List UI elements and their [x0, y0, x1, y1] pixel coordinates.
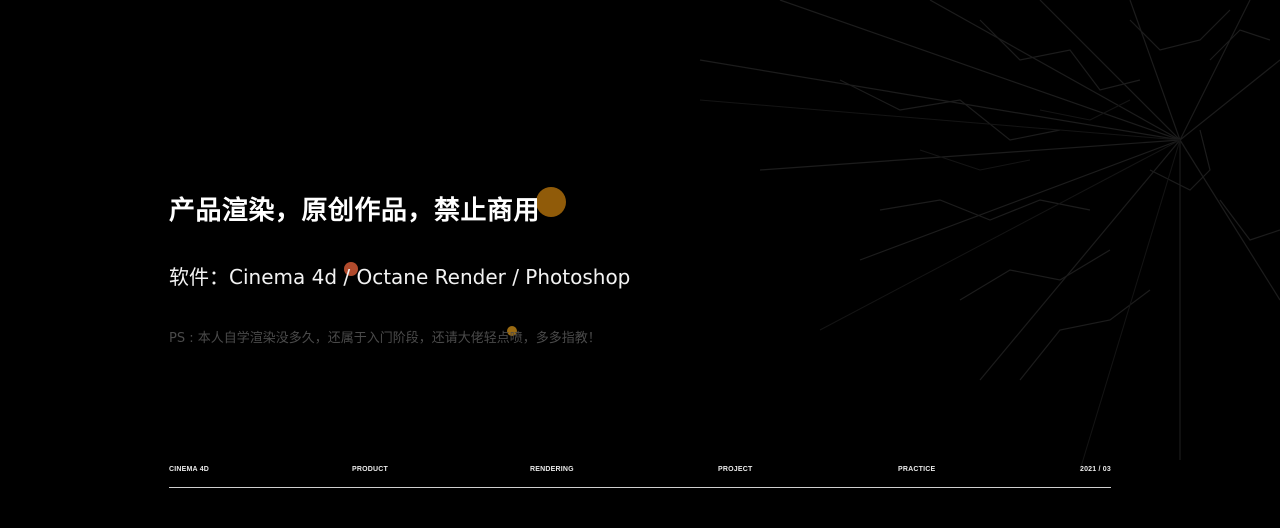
footer-label-cinema4d: CINEMA 4D [169, 466, 210, 473]
footer-label-product: PRODUCT [352, 466, 389, 473]
footer-label-project: PROJECT [718, 466, 753, 473]
footer-label-practice: PRACTICE [898, 466, 936, 473]
footer-label-date: 2021 / 03 [1080, 466, 1111, 473]
footer-labels: CINEMA 4D PRODUCT RENDERING PROJECT PRAC… [169, 466, 1111, 476]
software-line: 软件：Cinema 4d / Octane Render / Photoshop [169, 265, 631, 289]
ps-note: PS : 本人自学渲染没多久，还属于入门阶段，还请大佬轻点喷，多多指教！ [169, 331, 601, 346]
accent-dot-orange [536, 187, 566, 217]
footer-divider [169, 487, 1111, 488]
footer-label-rendering: RENDERING [530, 466, 574, 473]
page-title: 产品渲染，原创作品，禁止商用 [169, 196, 541, 226]
